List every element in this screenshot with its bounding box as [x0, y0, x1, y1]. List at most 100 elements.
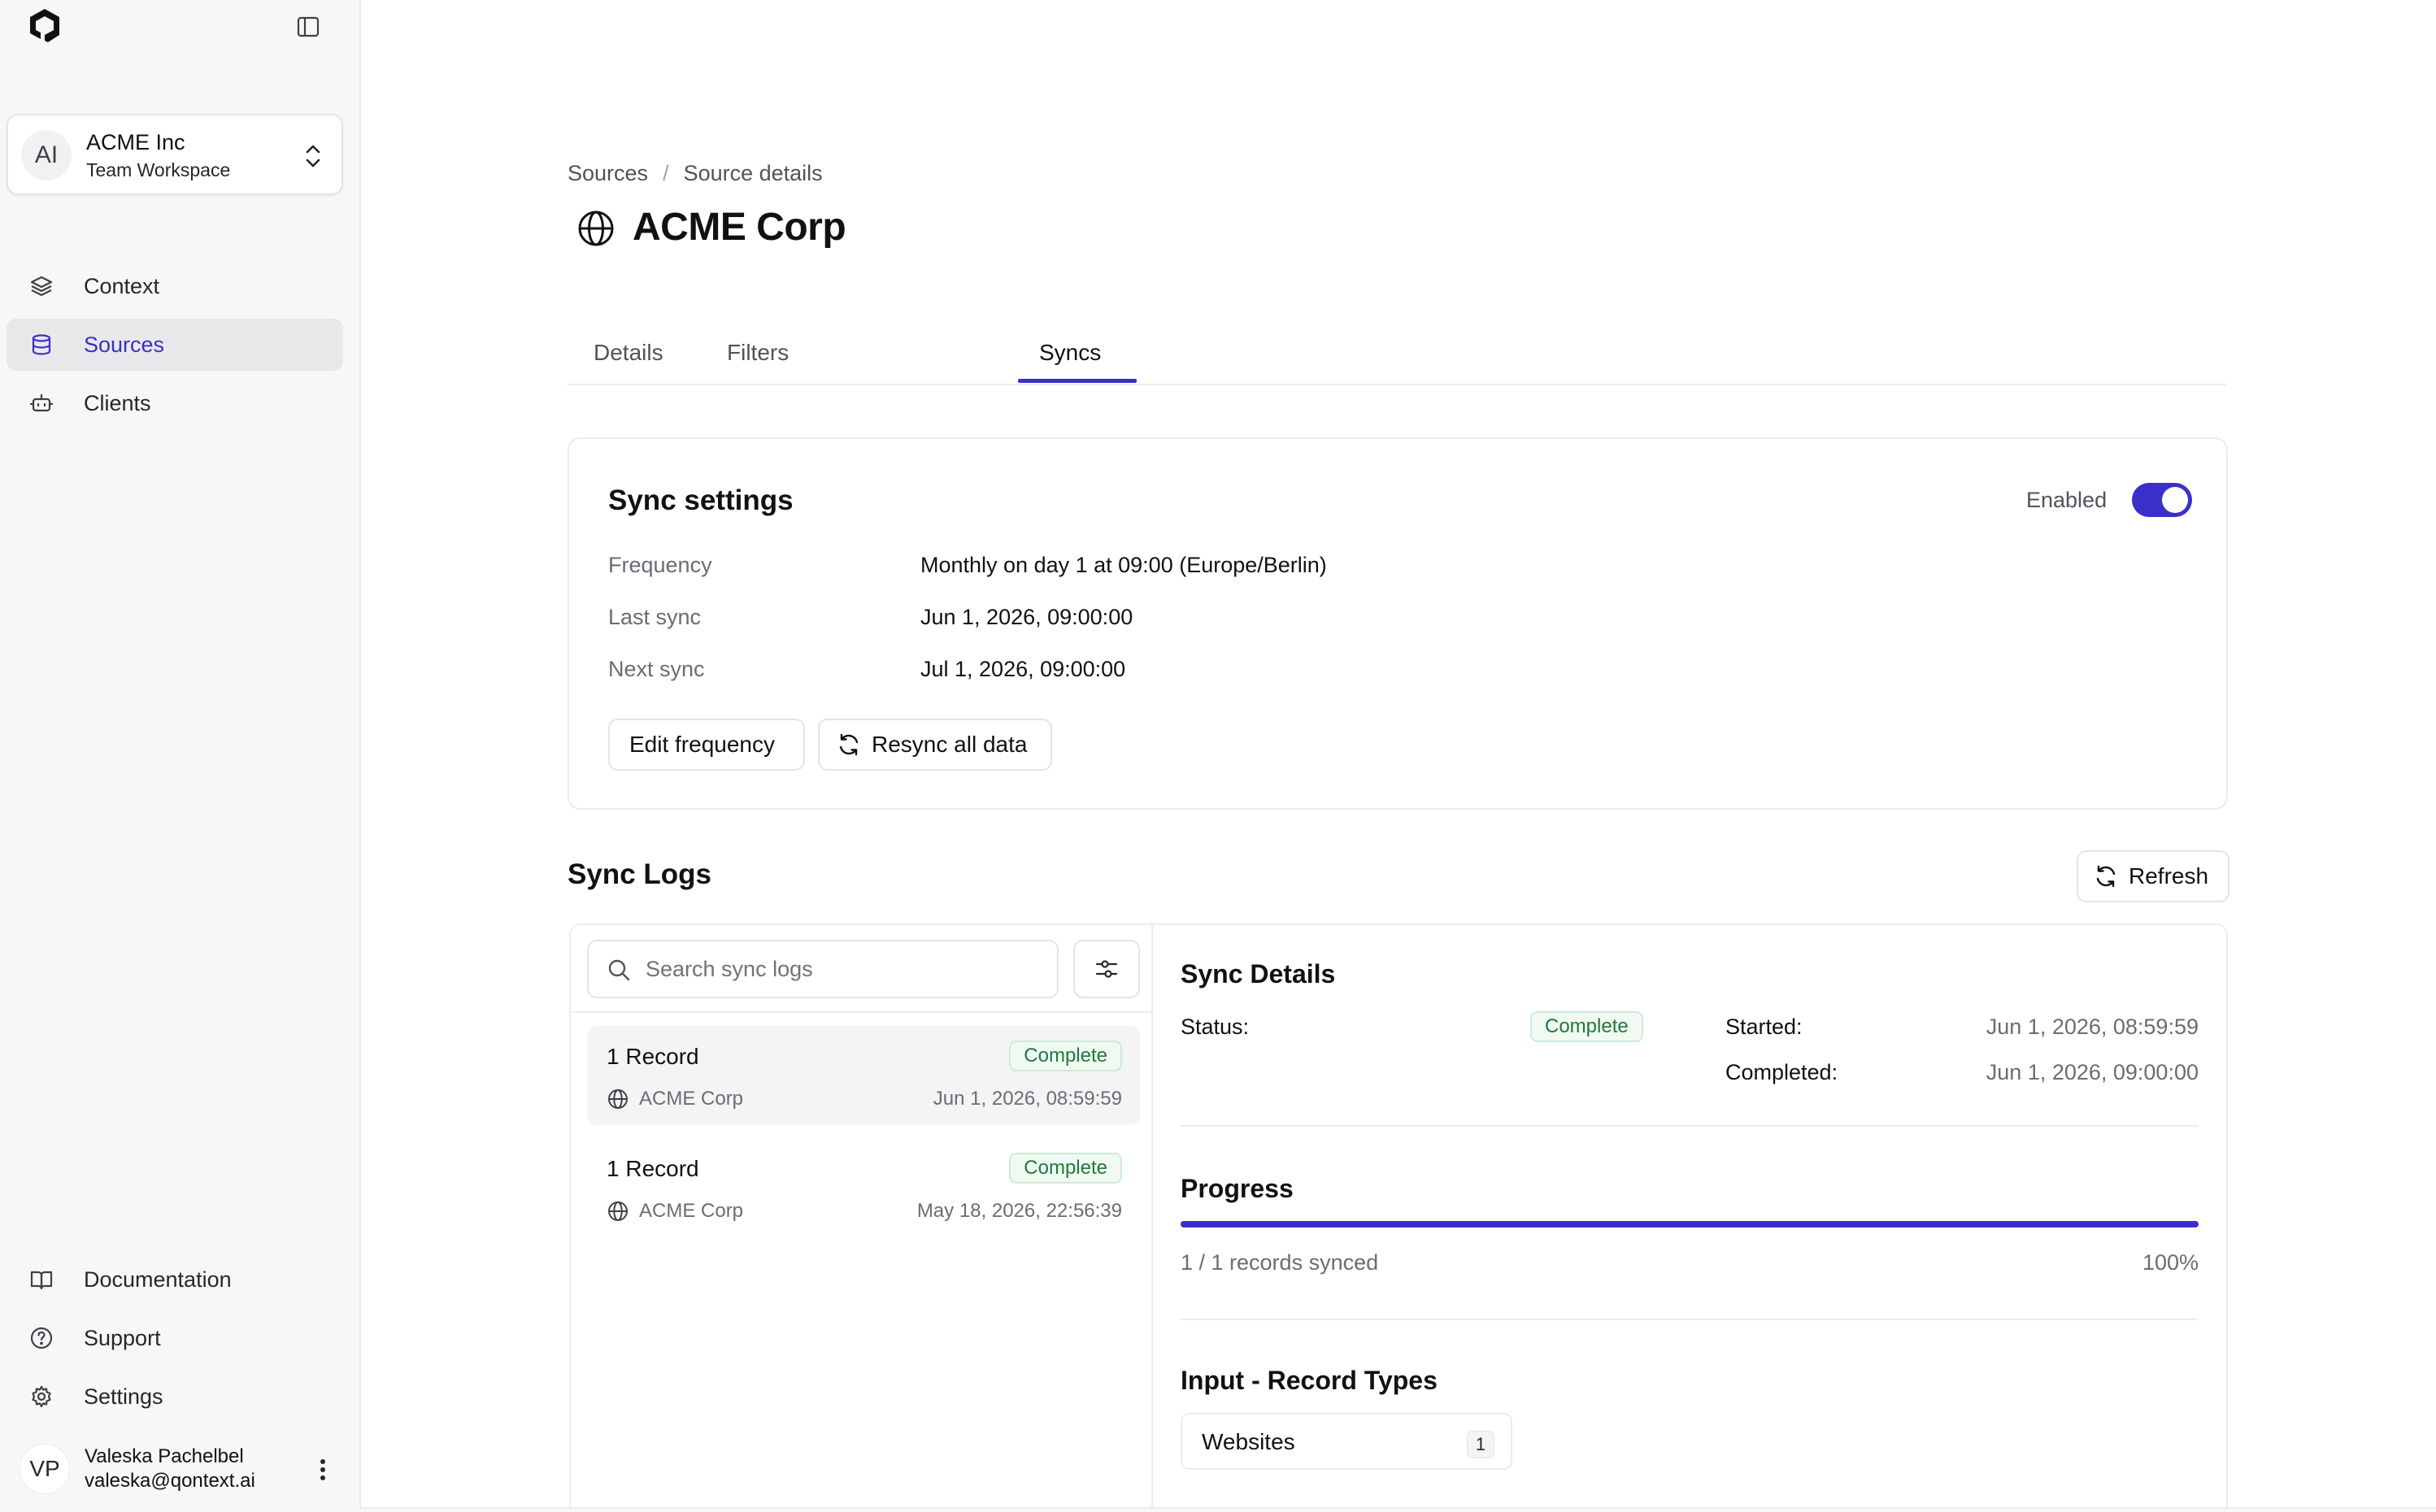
started-value: Jun 1, 2026, 08:59:59: [1986, 1015, 2199, 1039]
resync-all-label: Resync all data: [872, 732, 1028, 757]
user-profile[interactable]: VP Valeska Pachelbel valeska@qontext.ai: [7, 1439, 343, 1504]
chevrons-up-down-icon: [301, 141, 325, 171]
breadcrumb: Sources / Source details: [568, 161, 823, 186]
tab-details[interactable]: Details: [594, 340, 663, 366]
sync-details-panel: Sync Details Status: Complete Started: J…: [1155, 925, 2228, 1507]
status-badge: Complete: [1009, 1153, 1122, 1184]
more-vertical-icon[interactable]: [309, 1453, 337, 1486]
frequency-value: Monthly on day 1 at 09:00 (Europe/Berlin…: [920, 553, 1327, 577]
status-badge: Complete: [1530, 1011, 1643, 1042]
app-logo-icon[interactable]: [23, 5, 67, 49]
log-date: May 18, 2026, 22:56:39: [916, 1200, 1122, 1222]
sync-details-title: Sync Details: [1181, 959, 1336, 988]
nav-label: Clients: [84, 390, 151, 415]
tab-bar: Details Filters Syncs: [568, 322, 2226, 385]
nav-label: Support: [84, 1325, 161, 1350]
refresh-icon: [836, 732, 862, 758]
help-circle-icon: [29, 1326, 54, 1350]
nav-label: Settings: [84, 1384, 163, 1409]
progress-percent: 100%: [2142, 1250, 2199, 1275]
globe-icon: [607, 1088, 629, 1110]
log-title: 1 Record: [607, 1044, 699, 1069]
last-sync-label: Last sync: [608, 605, 702, 629]
next-sync-label: Next sync: [608, 657, 705, 681]
edit-frequency-button[interactable]: Edit frequency: [608, 719, 805, 771]
resync-all-button[interactable]: Resync all data: [818, 719, 1052, 771]
breadcrumb-current: Source details: [683, 161, 823, 185]
avatar: VP: [20, 1444, 70, 1494]
toggle-knob: [2162, 487, 2188, 513]
sliders-icon: [1094, 956, 1120, 982]
nav-item-sources[interactable]: Sources: [7, 319, 343, 371]
globe-icon: [576, 208, 616, 249]
log-title: 1 Record: [607, 1156, 699, 1181]
nav-item-context[interactable]: Context: [7, 260, 343, 312]
active-tab-indicator: [1018, 379, 1137, 383]
started-label: Started:: [1725, 1015, 1803, 1039]
sync-log-item[interactable]: 1 Record Complete ACME Corp May 18, 2026…: [587, 1138, 1140, 1237]
sync-log-item[interactable]: 1 Record Complete ACME Corp Jun 1, 2026,…: [587, 1026, 1140, 1125]
enabled-toggle[interactable]: [2132, 483, 2192, 517]
sync-settings-title: Sync settings: [608, 484, 794, 516]
breadcrumb-separator: /: [663, 161, 669, 185]
sync-logs-title: Sync Logs: [568, 858, 711, 890]
database-icon: [29, 332, 54, 357]
nav-item-support[interactable]: Support: [7, 1312, 343, 1364]
breadcrumb-sources-link[interactable]: Sources: [568, 161, 648, 186]
progress-title: Progress: [1181, 1174, 1294, 1203]
record-type-count: 1: [1467, 1431, 1494, 1458]
refresh-label: Refresh: [2129, 863, 2209, 889]
book-icon: [29, 1267, 54, 1292]
filter-button[interactable]: [1073, 940, 1140, 998]
user-name: Valeska Pachelbel: [85, 1445, 244, 1467]
search-box[interactable]: [587, 940, 1059, 998]
log-source: ACME Corp: [639, 1088, 744, 1110]
gear-icon: [29, 1384, 54, 1409]
log-source: ACME Corp: [639, 1200, 744, 1222]
bot-icon: [29, 391, 54, 415]
progress-bar: [1181, 1221, 2199, 1227]
sync-logs-panel: 1 Record Complete ACME Corp Jun 1, 2026,…: [569, 923, 2228, 1507]
page-title: ACME Corp: [633, 206, 846, 249]
search-icon: [607, 958, 631, 982]
divider: [1181, 1125, 2199, 1127]
completed-value: Jun 1, 2026, 09:00:00: [1986, 1060, 2199, 1084]
frequency-label: Frequency: [608, 553, 712, 577]
nav-item-settings[interactable]: Settings: [7, 1371, 343, 1423]
divider: [1181, 1319, 2199, 1320]
refresh-button[interactable]: Refresh: [2077, 850, 2229, 902]
status-label: Status:: [1181, 1015, 1250, 1039]
enabled-label: Enabled: [2026, 488, 2108, 512]
workspace-switcher[interactable]: AI ACME Inc Team Workspace: [7, 114, 343, 195]
nav-item-documentation[interactable]: Documentation: [7, 1253, 343, 1306]
sync-log-list: 1 Record Complete ACME Corp Jun 1, 2026,…: [571, 925, 1153, 1507]
main-content: Sources / Source details ACME Corp Detai…: [359, 0, 2436, 1509]
search-input[interactable]: [646, 949, 1044, 988]
record-type-label: Websites: [1202, 1429, 1295, 1454]
workspace-avatar: AI: [21, 130, 72, 180]
sidebar-toggle-icon[interactable]: [293, 11, 324, 42]
layers-icon: [29, 274, 54, 298]
workspace-subtitle: Team Workspace: [86, 159, 231, 180]
refresh-icon: [2093, 863, 2119, 889]
record-types-title: Input - Record Types: [1181, 1366, 1438, 1395]
last-sync-value: Jun 1, 2026, 09:00:00: [920, 605, 1133, 629]
nav-item-clients[interactable]: Clients: [7, 377, 343, 429]
edit-frequency-label: Edit frequency: [629, 732, 775, 757]
sidebar: AI ACME Inc Team Workspace Context Sourc…: [0, 0, 358, 1512]
completed-label: Completed:: [1725, 1060, 1838, 1084]
globe-icon: [607, 1200, 629, 1223]
nav-label: Documentation: [84, 1267, 232, 1292]
status-badge: Complete: [1009, 1041, 1122, 1071]
workspace-name: ACME Inc: [86, 130, 185, 154]
log-date: Jun 1, 2026, 08:59:59: [933, 1088, 1122, 1110]
next-sync-value: Jul 1, 2026, 09:00:00: [920, 657, 1126, 681]
tab-syncs[interactable]: Syncs: [1039, 340, 1101, 366]
record-type-chip: Websites 1: [1181, 1413, 1512, 1470]
divider: [571, 1011, 1153, 1013]
progress-text: 1 / 1 records synced: [1181, 1250, 1379, 1275]
sync-settings-card: Sync settings Enabled Frequency Monthly …: [568, 437, 2228, 810]
user-email: valeska@qontext.ai: [85, 1470, 255, 1492]
nav-label: Sources: [84, 332, 165, 357]
tab-filters[interactable]: Filters: [727, 340, 789, 366]
